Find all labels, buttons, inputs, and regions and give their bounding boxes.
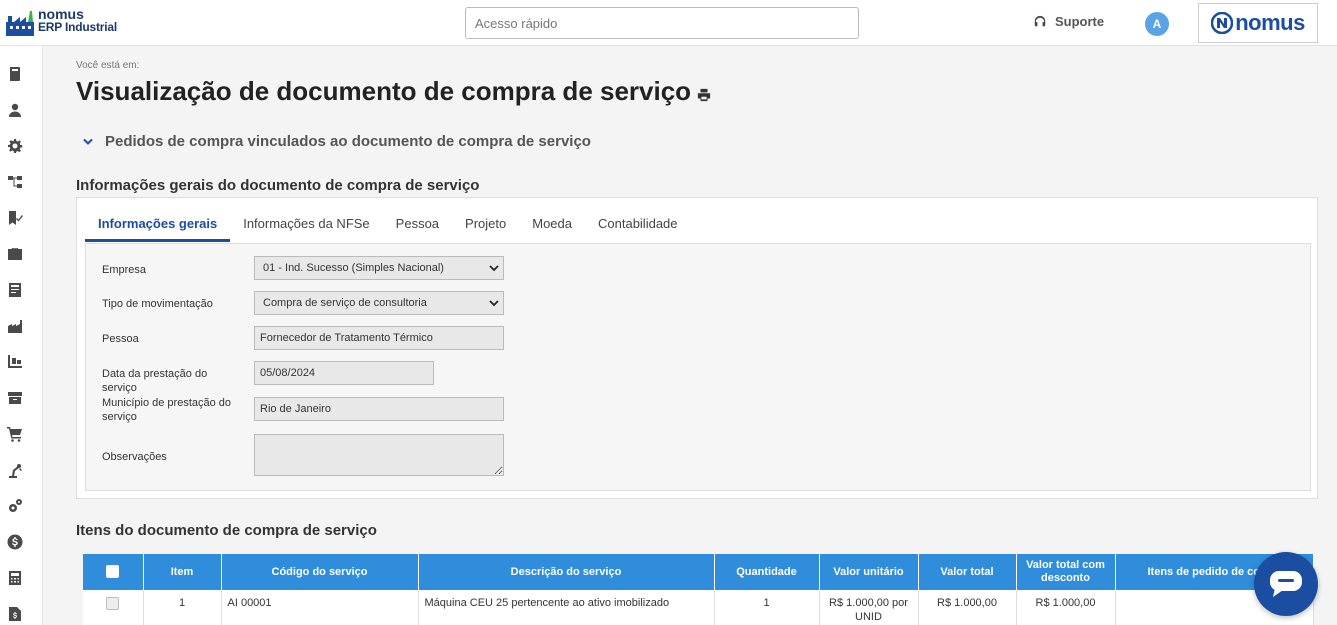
cell-total-discount: R$ 1.000,00 [1016,590,1116,625]
person-field[interactable]: Fornecedor de Tratamento Térmico [254,326,504,350]
cell-service-description: Máquina CEU 25 pertencente ao ativo imob… [418,590,715,625]
hierarchy-icon[interactable] [7,174,23,190]
tab-accounting[interactable]: Contabilidade [585,208,691,242]
gear-icon[interactable] [7,138,23,154]
general-section-title: Informações gerais do documento de compr… [76,177,480,194]
person-label: Pessoa [102,333,139,345]
chevron-down-icon [83,138,93,145]
service-date-label: Data da prestação do serviço [102,368,208,394]
breadcrumb: Você está em: [76,60,140,71]
sidebar [0,46,43,625]
tab-person[interactable]: Pessoa [383,208,452,242]
col-unit-price: Valor unitário [819,554,919,590]
municipality-label: Município de prestação do serviço [102,397,232,423]
factory-icon[interactable] [7,318,23,334]
robot-arm-icon[interactable] [7,462,23,478]
cell-unit-price: R$ 1.000,00 por UNID [819,590,919,625]
chat-bubble-icon [1270,571,1302,597]
page-title-text: Visualização de documento de compra de s… [76,76,692,106]
briefcase-icon[interactable] [7,246,23,262]
flag-check-icon[interactable] [7,210,23,226]
gears-icon[interactable] [7,498,23,514]
dollar-icon[interactable] [7,534,23,550]
select-all-checkbox[interactable] [106,565,120,579]
user-icon[interactable] [7,102,23,118]
items-table: Item Código do serviço Descrição do serv… [83,554,1314,625]
general-info-form: Empresa 01 - Ind. Sucesso (Simples Nacio… [85,243,1311,491]
municipality-field[interactable]: Rio de Janeiro [254,397,504,421]
cell-quantity: 1 [714,590,820,625]
print-icon[interactable] [697,88,711,102]
col-service-description: Descrição do serviço [418,554,715,590]
movement-type-select[interactable]: Compra de serviço de consultoria [254,291,504,315]
table-row[interactable]: 1 AI 00001 Máquina CEU 25 pertencente ao… [83,590,1314,625]
observations-label: Observações [102,451,167,463]
tab-currency[interactable]: Moeda [519,208,585,242]
headset-icon [1034,15,1046,26]
company-label: Empresa [102,264,147,276]
dolly-icon[interactable] [7,354,23,370]
company-select[interactable]: 01 - Ind. Sucesso (Simples Nacional) [254,256,504,280]
nomus-n-icon [1211,12,1234,34]
brand-name: nomus [1235,10,1305,35]
linked-orders-toggle[interactable]: Pedidos de compra vinculados ao document… [83,133,591,150]
cell-total: R$ 1.000,00 [918,590,1017,625]
observations-field[interactable] [254,434,504,476]
avatar[interactable]: A [1145,12,1169,36]
calculator-icon[interactable] [7,570,23,586]
support-button[interactable]: Suporte [1033,14,1104,29]
linked-orders-label: Pedidos de compra vinculados ao document… [105,133,591,150]
quick-access-input[interactable] [465,7,859,39]
general-info-panel: Informações gerais Informações da NFSe P… [76,197,1318,499]
col-service-code: Código do serviço [221,554,419,590]
tab-nfse-info[interactable]: Informações da NFSe [230,208,382,242]
page-title: Visualização de documento de compra de s… [76,76,711,107]
top-bar: nomus ERP Industrial Suporte A nomus [0,0,1337,46]
document-dollar-icon[interactable] [7,606,23,622]
service-date-field[interactable]: 05/08/2024 [254,361,434,385]
tab-bar: Informações gerais Informações da NFSe P… [85,208,691,244]
chevron-down-icon [489,264,499,271]
support-label: Suporte [1055,14,1105,29]
col-quantity: Quantidade [714,554,820,590]
select-all-cell[interactable] [83,554,144,590]
app-logo[interactable]: nomus ERP Industrial [6,7,117,36]
table-header-row: Item Código do serviço Descrição do serv… [83,554,1314,590]
movement-type-value: Compra de serviço de consultoria [263,297,427,309]
col-item: Item [143,554,222,590]
archive-box-icon[interactable] [7,390,23,406]
row-checkbox[interactable] [106,596,120,610]
cell-item: 1 [143,590,222,625]
chevron-down-icon [489,299,499,306]
company-value: 01 - Ind. Sucesso (Simples Nacional) [263,262,444,274]
movement-type-label: Tipo de movimentação [102,298,213,310]
items-section-title: Itens do documento de compra de serviço [76,522,377,539]
row-select-cell[interactable] [83,590,144,625]
brand-logo: nomus [1198,3,1318,43]
chat-button[interactable] [1254,552,1318,616]
logo-subtitle: ERP Industrial [38,20,117,34]
cell-service-code: AI 00001 [221,590,419,625]
main-content: Você está em: Visualização de documento … [43,46,1337,625]
factory-logo-icon [6,11,34,36]
cart-icon[interactable] [7,426,23,442]
tab-project[interactable]: Projeto [452,208,519,242]
tab-general-info[interactable]: Informações gerais [85,208,231,242]
col-total-discount: Valor total com desconto [1016,554,1116,590]
book-icon[interactable] [7,66,23,82]
ledger-icon[interactable] [7,282,23,298]
col-total: Valor total [918,554,1017,590]
